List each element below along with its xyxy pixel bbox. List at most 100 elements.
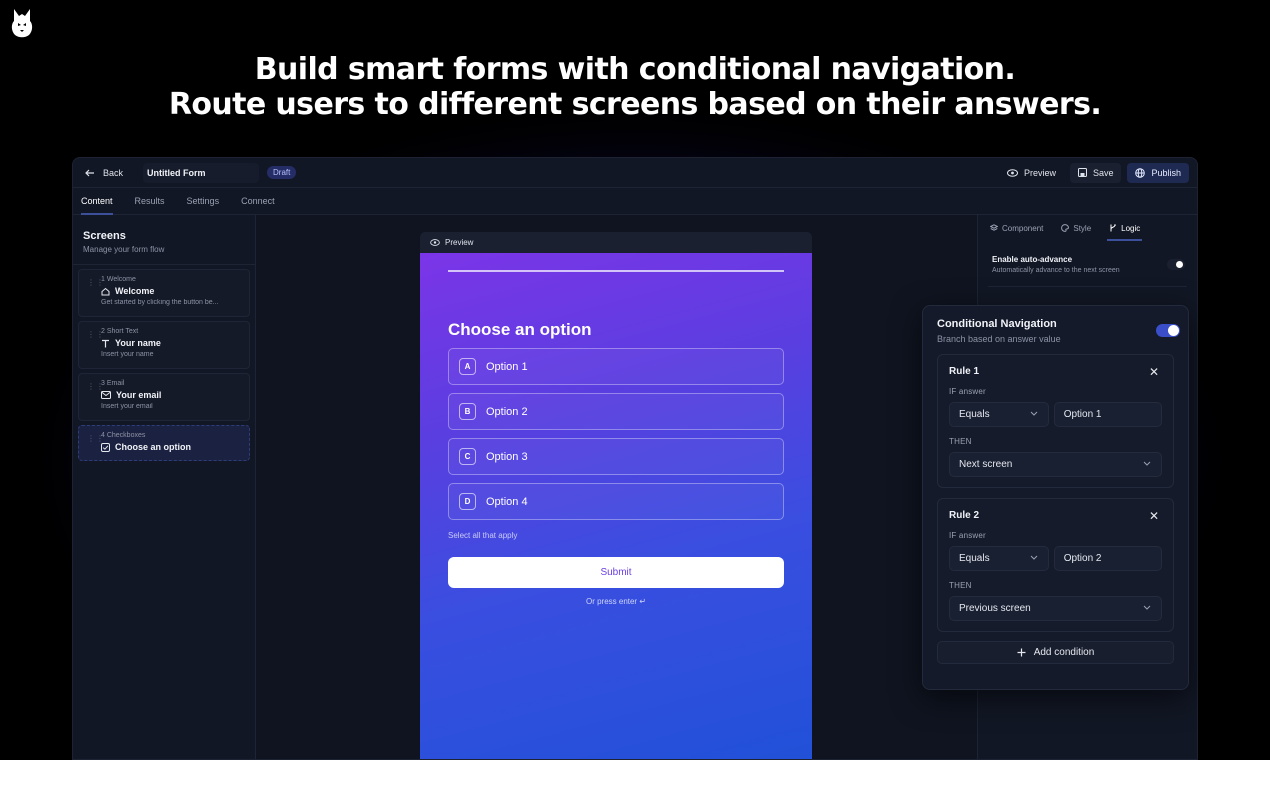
chevron-down-icon (1030, 411, 1038, 416)
screen-item-checkboxes[interactable]: ⋮⋮ 4 Checkboxes Choose an option (78, 425, 250, 461)
tab-component-label: Component (1002, 223, 1044, 233)
screen-item-label: Your name (115, 338, 161, 348)
preview-canvas: Preview Choose an option A Option 1 B Op… (256, 215, 977, 759)
drag-handle-icon[interactable]: ⋮⋮ (87, 435, 105, 443)
tab-logic[interactable]: Logic (1103, 215, 1146, 241)
then-label: THEN (949, 437, 972, 446)
screen-item-short-text[interactable]: ⋮⋮ 2 Short Text Your name Insert your na… (78, 321, 250, 369)
back-button[interactable]: Back (85, 168, 123, 178)
save-button[interactable]: Save (1069, 162, 1122, 183)
sidebar-header: Screens Manage your form flow (73, 215, 255, 265)
auto-advance-setting: Enable auto-advance Automatically advanc… (988, 241, 1187, 287)
checkbox-icon (101, 442, 110, 452)
action-select[interactable]: Previous screen (949, 596, 1162, 621)
operator-select[interactable]: Equals (949, 402, 1049, 427)
auto-advance-toggle[interactable] (1167, 259, 1185, 270)
value-input[interactable]: Option 1 (1053, 402, 1162, 427)
top-actions: Preview Save Publish (999, 162, 1189, 183)
action-select[interactable]: Next screen (949, 452, 1162, 477)
publish-button[interactable]: Publish (1127, 162, 1189, 183)
option-a[interactable]: A Option 1 (448, 348, 784, 385)
form-title-input[interactable]: Untitled Form (143, 162, 260, 183)
tab-style-label: Style (1073, 223, 1092, 233)
branch-icon (1109, 224, 1117, 232)
rule-title: Rule 2 (949, 510, 980, 521)
add-condition-label: Add condition (1033, 647, 1095, 658)
tab-settings[interactable]: Settings (179, 188, 228, 214)
tab-style[interactable]: Style (1055, 215, 1097, 241)
screen-item-desc: Insert your email (101, 403, 153, 410)
screen-item-email[interactable]: ⋮⋮ 3 Email Your email Insert your email (78, 373, 250, 421)
tab-results[interactable]: Results (127, 188, 173, 214)
operator-value: Equals (959, 409, 990, 420)
option-b[interactable]: B Option 2 (448, 393, 784, 430)
text-icon (101, 339, 110, 348)
sidebar-title: Screens (83, 230, 126, 242)
tab-connect[interactable]: Connect (233, 188, 283, 214)
back-label: Back (103, 167, 124, 178)
mail-icon (101, 391, 111, 399)
screen-item-meta: 1 Welcome (101, 276, 136, 283)
bottom-band (0, 760, 1270, 806)
drag-handle-icon[interactable]: ⋮⋮ (87, 331, 105, 339)
preview-header-label: Preview (445, 238, 474, 247)
option-label: Option 1 (486, 360, 528, 373)
headline-line-2: Route users to different screens based o… (168, 87, 1102, 122)
option-key: B (459, 403, 476, 420)
submit-button[interactable]: Submit (448, 557, 784, 588)
screen-item-desc: Insert your name (101, 351, 154, 358)
screen-item-meta: 3 Email (101, 380, 125, 387)
option-label: Option 3 (486, 450, 528, 463)
option-key: C (459, 448, 476, 465)
option-c[interactable]: C Option 3 (448, 438, 784, 475)
question-title: Choose an option (448, 320, 592, 339)
screen-item-label: Welcome (115, 286, 155, 296)
drag-handle-icon[interactable]: ⋮⋮ (87, 383, 105, 391)
headline: Build smart forms with conditional navig… (0, 52, 1270, 122)
operator-value: Equals (959, 553, 990, 564)
then-label: THEN (949, 581, 972, 590)
drag-handle-icon[interactable]: ⋮⋮ (87, 279, 105, 287)
rule-1: Rule 1 ✕ IF answer Equals Option 1 THEN … (937, 354, 1174, 488)
save-label: Save (1092, 167, 1114, 178)
option-d[interactable]: D Option 4 (448, 483, 784, 520)
top-bar: Back Untitled Form Draft Preview Save Pu… (73, 158, 1197, 188)
conditional-subtitle: Branch based on answer value (937, 334, 1061, 344)
screen-item-desc: Get started by clicking the button be... (101, 299, 219, 306)
screen-item-meta: 4 Checkboxes (101, 432, 146, 439)
chevron-down-icon (1143, 605, 1151, 610)
operator-select[interactable]: Equals (949, 546, 1049, 571)
headline-line-1: Build smart forms with conditional navig… (254, 52, 1016, 87)
close-icon[interactable]: ✕ (1149, 366, 1159, 378)
if-label: IF answer (949, 387, 986, 396)
home-icon (101, 287, 110, 296)
preview-button[interactable]: Preview (999, 163, 1064, 183)
tab-content[interactable]: Content (73, 188, 121, 215)
action-value: Previous screen (959, 603, 1031, 614)
eye-icon (1006, 168, 1018, 177)
add-condition-button[interactable]: Add condition (937, 641, 1174, 664)
tab-logic-label: Logic (1121, 223, 1141, 233)
tab-component[interactable]: Component (984, 215, 1049, 241)
conditional-toggle[interactable] (1156, 324, 1180, 337)
preview-frame: Preview Choose an option A Option 1 B Op… (420, 232, 812, 759)
layers-icon (990, 224, 998, 232)
screen-item-welcome[interactable]: ⋮⋮ 1 Welcome Welcome Get started by clic… (78, 269, 250, 317)
conditional-navigation-card: Conditional Navigation Branch based on a… (922, 305, 1189, 690)
auto-advance-title: Enable auto-advance (992, 255, 1073, 264)
plus-icon (1017, 648, 1026, 657)
preview-label: Preview (1023, 167, 1056, 178)
screen-item-label: Your email (116, 390, 162, 400)
action-value: Next screen (959, 459, 1013, 470)
floppy-icon (1077, 168, 1087, 177)
press-enter-hint: Or press enter ↵ (585, 597, 647, 606)
arrow-left-icon (85, 168, 95, 178)
publish-label: Publish (1151, 167, 1181, 178)
rule-2: Rule 2 ✕ IF answer Equals Option 2 THEN … (937, 498, 1174, 632)
option-label: Option 4 (486, 495, 528, 508)
value-input[interactable]: Option 2 (1053, 546, 1162, 571)
close-icon[interactable]: ✕ (1149, 510, 1159, 522)
chevron-down-icon (1143, 461, 1151, 466)
sidebar-subtitle: Manage your form flow (83, 245, 165, 254)
option-key: D (459, 493, 476, 510)
